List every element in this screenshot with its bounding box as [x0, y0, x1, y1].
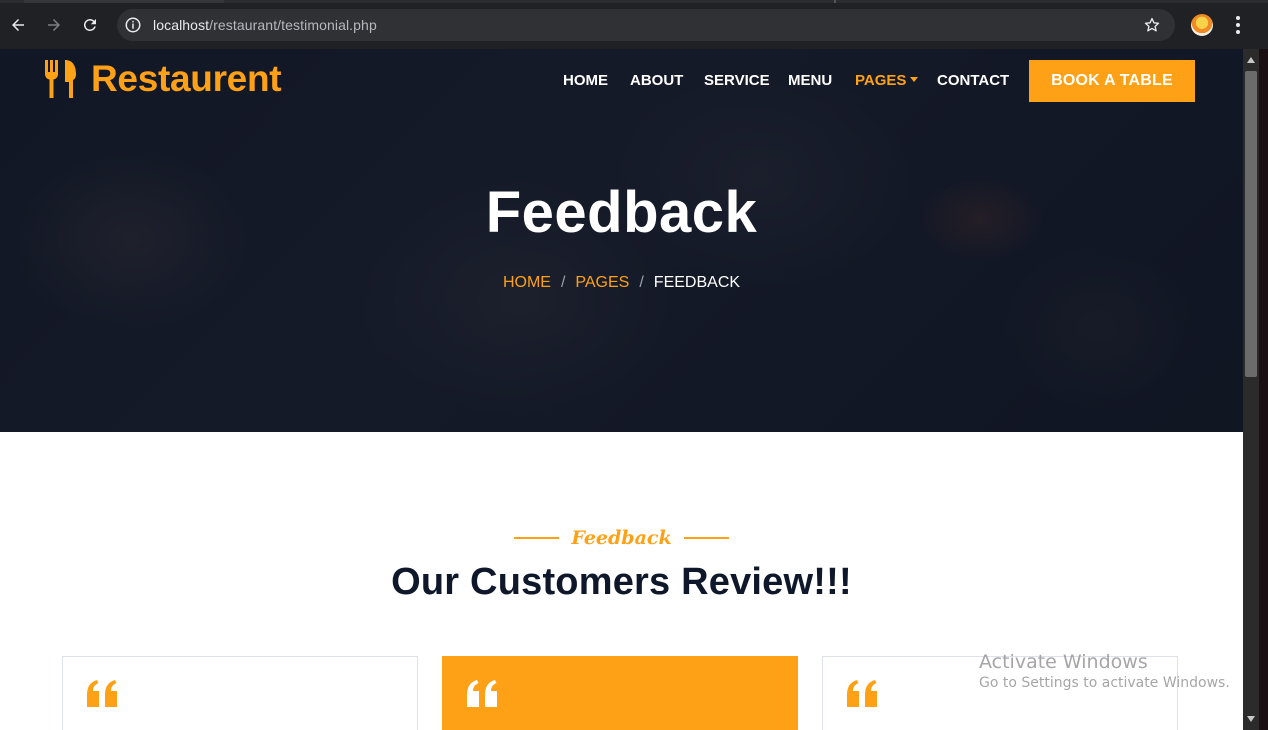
site-logo[interactable]: Restaurent [43, 58, 282, 100]
tab-divider [834, 0, 836, 3]
breadcrumb-separator: / [639, 274, 644, 291]
section-tag: Feedback [0, 527, 1243, 549]
window-edge [1259, 49, 1268, 730]
arrow-right-icon [48, 19, 60, 31]
breadcrumb-home[interactable]: HOME [503, 274, 551, 291]
nav-contact[interactable]: CONTACT [937, 72, 1009, 89]
reload-button[interactable] [76, 11, 104, 39]
utensils-icon [45, 60, 76, 98]
site-info-icon[interactable] [124, 16, 142, 34]
activate-windows-watermark: Activate Windows Go to Settings to activ… [979, 651, 1230, 691]
breadcrumb: HOME / PAGES / FEEDBACK [0, 274, 1243, 292]
nav-pages[interactable]: PAGES [855, 72, 919, 89]
chevron-down-icon [910, 76, 919, 82]
url-host: localhost [153, 17, 210, 33]
quote-left-icon [847, 680, 877, 707]
nav-menu[interactable]: MENU [788, 72, 832, 89]
bookmark-star-icon[interactable] [1143, 16, 1161, 34]
scroll-down-arrow-icon[interactable] [1247, 716, 1255, 722]
divider-line [683, 537, 729, 539]
section-tag-text: Feedback [571, 527, 672, 549]
watermark-subtitle: Go to Settings to activate Windows. [979, 675, 1230, 691]
breadcrumb-pages[interactable]: PAGES [575, 274, 629, 291]
forward-button[interactable] [40, 11, 68, 39]
testimonial-card-active [442, 656, 798, 730]
page-title: Feedback [485, 180, 758, 245]
vertical-scrollbar[interactable] [1243, 49, 1259, 730]
nav-home[interactable]: HOME [563, 72, 608, 89]
tab-edge [24, 0, 224, 3]
tab-strip [0, 0, 1268, 3]
book-table-button[interactable]: BOOK A TABLE [1029, 60, 1195, 102]
quote-left-icon [87, 680, 117, 707]
quote-left-icon [467, 680, 497, 707]
url-text[interactable]: localhost/restaurant/testimonial.php [153, 17, 377, 33]
nav-pages-label: PAGES [855, 72, 907, 89]
nav-about[interactable]: ABOUT [630, 72, 683, 89]
more-options-icon[interactable] [1228, 13, 1248, 37]
profile-avatar[interactable] [1191, 14, 1213, 36]
scroll-up-arrow-icon[interactable] [1247, 57, 1255, 63]
scroll-thumb[interactable] [1245, 71, 1257, 377]
back-button[interactable] [4, 11, 32, 39]
reload-icon [83, 18, 96, 31]
url-path: /restaurant/testimonial.php [209, 17, 377, 33]
address-bar[interactable]: localhost/restaurant/testimonial.php [117, 9, 1175, 41]
divider-line [514, 537, 560, 539]
page-viewport: Restaurent HOME ABOUT SERVICE MENU PAGES… [0, 49, 1243, 730]
arrow-left-icon [12, 19, 24, 31]
site-navbar: Restaurent HOME ABOUT SERVICE MENU PAGES… [0, 49, 1243, 113]
section-title: Our Customers Review!!! [391, 561, 852, 603]
breadcrumb-current: FEEDBACK [653, 274, 741, 291]
testimonial-card [62, 656, 418, 730]
breadcrumb-separator: / [560, 274, 566, 291]
watermark-title: Activate Windows [979, 651, 1148, 673]
logo-text: Restaurent [91, 58, 282, 99]
browser-toolbar: localhost/restaurant/testimonial.php [0, 0, 1268, 49]
nav-service[interactable]: SERVICE [704, 72, 770, 89]
